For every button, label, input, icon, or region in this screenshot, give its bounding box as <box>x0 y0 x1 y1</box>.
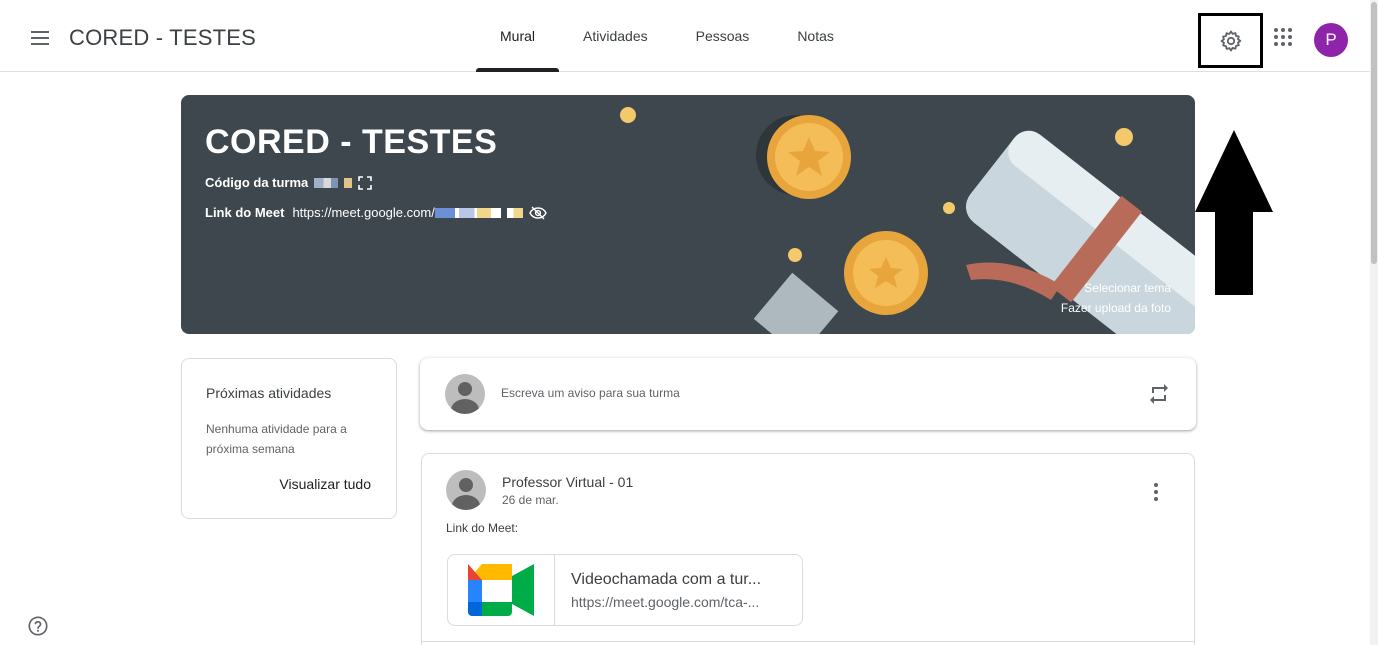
account-avatar[interactable]: P <box>1314 23 1348 57</box>
tab-notas[interactable]: Notas <box>773 0 858 72</box>
google-meet-icon <box>468 564 534 616</box>
avatar-head <box>459 478 473 492</box>
tab-pessoas[interactable]: Pessoas <box>672 0 774 72</box>
page-scrollbar[interactable] <box>1370 0 1378 645</box>
meet-link-label: Link do Meet <box>205 205 285 220</box>
apps-grid-dot <box>1281 42 1285 46</box>
gear-icon <box>1220 30 1241 51</box>
hamburger-menu-icon-line <box>31 43 49 45</box>
class-code-redacted-part <box>344 177 353 188</box>
upcoming-title: Próximas atividades <box>206 385 332 401</box>
post-options-button[interactable] <box>1144 480 1168 504</box>
fullscreen-icon[interactable] <box>358 175 373 190</box>
post-date: 26 de mar. <box>502 493 559 507</box>
meet-attachment-card[interactable]: Videochamada com a tur... https://meet.g… <box>447 554 803 626</box>
banner-class-title: CORED - TESTES <box>205 123 498 161</box>
class-banner: CORED - TESTES Código da turma Link do M… <box>181 95 1195 334</box>
class-code-redacted <box>314 177 339 188</box>
stream-post: Professor Virtual - 01 26 de mar. Link d… <box>421 453 1195 645</box>
tab-mural[interactable]: Mural <box>476 0 560 72</box>
main-menu-button[interactable] <box>26 24 54 52</box>
tab-atividades[interactable]: Atividades <box>559 0 672 72</box>
more-vert-dot <box>1154 490 1158 494</box>
google-apps-button[interactable] <box>1271 25 1293 47</box>
top-app-bar: CORED - TESTES Mural Atividades Pessoas … <box>0 0 1370 72</box>
upcoming-empty-text: Nenhuma atividade para a próxima semana <box>206 422 347 456</box>
attachment-url: https://meet.google.com/tca-... <box>571 594 760 610</box>
apps-grid-dot <box>1274 35 1278 39</box>
avatar-head <box>458 382 472 396</box>
announce-composer[interactable]: Escreva um aviso para sua turma <box>420 358 1196 430</box>
view-all-link[interactable]: Visualizar tudo <box>279 476 371 492</box>
attachment-thumbnail <box>448 555 555 625</box>
post-divider <box>422 641 1194 642</box>
apps-grid-dot <box>1274 42 1278 46</box>
upload-photo-link[interactable]: Fazer upload da foto <box>1061 301 1171 315</box>
apps-grid-dot <box>1288 28 1292 32</box>
hamburger-menu-icon-line <box>31 37 49 39</box>
announce-placeholder[interactable]: Escreva um aviso para sua turma <box>501 386 680 400</box>
meet-link-url[interactable]: https://meet.google.com/ <box>292 205 434 220</box>
scrollbar-thumb[interactable] <box>1371 2 1377 264</box>
help-icon[interactable] <box>27 615 49 637</box>
post-body-text: Link do Meet: <box>446 521 519 535</box>
more-vert-icon <box>1154 483 1158 487</box>
avatar-body <box>451 399 479 414</box>
select-theme-link[interactable]: Selecionar tema <box>1084 281 1171 295</box>
class-code-row: Código da turma <box>205 175 373 190</box>
meet-link-redacted <box>434 207 501 218</box>
upcoming-activities-card: Próximas atividades Nenhuma atividade pa… <box>181 358 397 519</box>
apps-grid-dot <box>1288 42 1292 46</box>
meet-link-row: Link do Meet https://meet.google.com/ <box>205 205 547 220</box>
user-avatar <box>445 374 485 414</box>
hamburger-menu-icon <box>31 31 49 33</box>
class-title[interactable]: CORED - TESTES <box>69 25 256 51</box>
more-vert-dot <box>1154 497 1158 501</box>
class-code-label: Código da turma <box>205 175 309 190</box>
avatar-body <box>452 495 480 510</box>
repost-icon[interactable] <box>1147 382 1171 406</box>
apps-grid-icon <box>1274 28 1278 32</box>
class-settings-button[interactable] <box>1198 13 1263 68</box>
author-avatar <box>446 470 486 510</box>
annotation-arrow-icon <box>1195 130 1273 295</box>
apps-grid-dot <box>1281 35 1285 39</box>
class-tabs: Mural Atividades Pessoas Notas <box>476 0 858 72</box>
attachment-title: Videochamada com a tur... <box>571 571 762 588</box>
post-author: Professor Virtual - 01 <box>502 474 634 490</box>
meet-link-redacted-part <box>506 207 523 218</box>
apps-grid-dot <box>1288 35 1292 39</box>
visibility-off-icon[interactable] <box>529 206 547 220</box>
apps-grid-dot <box>1281 28 1285 32</box>
